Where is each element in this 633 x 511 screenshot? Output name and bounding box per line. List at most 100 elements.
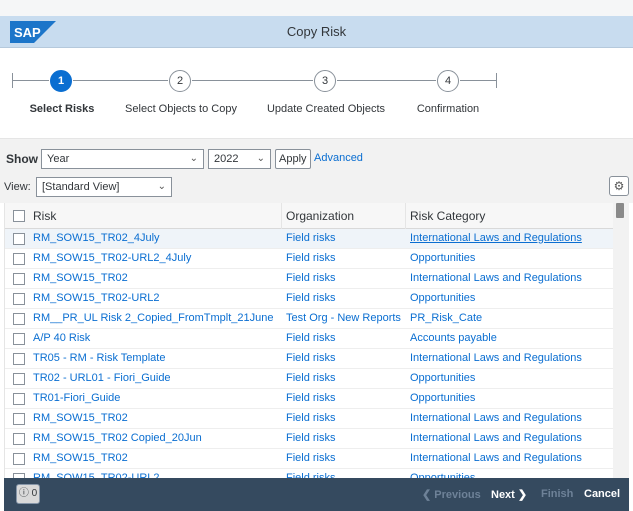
step-4-circle[interactable]: 4	[437, 70, 459, 92]
column-header-risk[interactable]: Risk	[33, 209, 56, 223]
wizard-connector	[337, 80, 436, 81]
row-checkbox[interactable]	[13, 273, 25, 285]
risk-cell[interactable]: TR05 - RM - Risk Template	[33, 352, 165, 364]
step-3-label: Update Created Objects	[266, 103, 386, 115]
table-row[interactable]: RM_SOW15_TR02 Field risks International La…	[5, 449, 613, 469]
risk-cell[interactable]: RM_SOW15_TR02-URL2	[33, 292, 160, 304]
row-checkbox[interactable]	[13, 373, 25, 385]
organization-cell[interactable]: Field risks	[286, 412, 336, 424]
organization-cell[interactable]: Field risks	[286, 232, 336, 244]
risk-cell[interactable]: RM_SOW15_TR02_4July	[33, 232, 160, 244]
organization-cell[interactable]: Field risks	[286, 432, 336, 444]
year-select[interactable]: 2022 ⌄	[208, 149, 271, 169]
table-row[interactable]: RM_SOW15_TR02_4July Field risks Internatio…	[5, 229, 613, 249]
risk-category-cell[interactable]: International Laws and Regulations	[410, 272, 582, 284]
risk-cell[interactable]: RM_SOW15_TR02	[33, 452, 128, 464]
risk-category-cell[interactable]: International Laws and Regulations	[410, 452, 582, 464]
table-row[interactable]: RM_SOW15_TR02-URL2 Field risks Opportuniti…	[5, 469, 613, 478]
table-row[interactable]: RM_SOW15_TR02-URL2_4July Field risks Oppor…	[5, 249, 613, 269]
apply-button[interactable]: Apply	[275, 149, 311, 169]
message-count: 0	[31, 488, 38, 499]
risk-cell[interactable]: RM_SOW15_TR02 Copied_20Jun	[33, 432, 202, 444]
risk-cell[interactable]: RM__PR_UL Risk 2_Copied_FromTmplt_21June	[33, 312, 273, 324]
row-checkbox[interactable]	[13, 313, 25, 325]
row-checkbox[interactable]	[13, 433, 25, 445]
previous-button[interactable]: ❮ Previous	[422, 488, 481, 501]
step-2-circle[interactable]: 2	[169, 70, 191, 92]
scrollbar-thumb[interactable]	[616, 203, 624, 218]
risk-cell[interactable]: A/P 40 Risk	[33, 332, 90, 344]
previous-label: Previous	[434, 489, 481, 501]
step-1-label: Select Risks	[29, 103, 95, 115]
table-row[interactable]: TR05 - RM - Risk Template Field risks Inte…	[5, 349, 613, 369]
organization-cell[interactable]: Field risks	[286, 452, 336, 464]
chevron-right-icon: ❯	[517, 489, 528, 501]
risk-category-cell[interactable]: International Laws and Regulations	[410, 352, 582, 364]
row-checkbox[interactable]	[13, 233, 25, 245]
organization-cell[interactable]: Field risks	[286, 332, 336, 344]
risk-category-cell[interactable]: Opportunities	[410, 292, 475, 304]
table-header: Risk Organization Risk Category	[5, 203, 613, 229]
risk-category-cell[interactable]: International Laws and Regulations	[410, 432, 582, 444]
row-checkbox[interactable]	[13, 293, 25, 305]
info-icon: ⓘ	[18, 488, 29, 499]
risk-category-cell[interactable]: Opportunities	[410, 392, 475, 404]
organization-cell[interactable]: Field risks	[286, 352, 336, 364]
risk-category-cell[interactable]: Opportunities	[410, 252, 475, 264]
table-row[interactable]: RM_SOW15_TR02 Field risks International La…	[5, 409, 613, 429]
wizard-connector	[460, 80, 496, 81]
row-checkbox[interactable]	[13, 333, 25, 345]
chevron-down-icon: ⌄	[256, 153, 265, 164]
message-button[interactable]: ⓘ 0	[16, 484, 40, 504]
period-type-select[interactable]: Year ⌄	[41, 149, 204, 169]
column-divider	[281, 203, 282, 229]
risk-cell[interactable]: RM_SOW15_TR02	[33, 412, 128, 424]
cancel-button[interactable]: Cancel	[584, 488, 620, 500]
table-row[interactable]: RM__PR_UL Risk 2_Copied_FromTmplt_21June…	[5, 309, 613, 329]
table-row[interactable]: TR02 - URL01 - Fiori_Guide Field risks Opp…	[5, 369, 613, 389]
organization-cell[interactable]: Field risks	[286, 252, 336, 264]
finish-button[interactable]: Finish	[541, 488, 573, 500]
row-checkbox[interactable]	[13, 253, 25, 265]
organization-cell[interactable]: Field risks	[286, 272, 336, 284]
table-row[interactable]: RM_SOW15_TR02-URL2 Field risks Opportuniti…	[5, 289, 613, 309]
row-checkbox[interactable]	[13, 413, 25, 425]
risk-cell[interactable]: TR02 - URL01 - Fiori_Guide	[33, 372, 171, 384]
row-checkbox[interactable]	[13, 393, 25, 405]
view-label: View:	[4, 181, 31, 193]
view-select[interactable]: [Standard View] ⌄	[36, 177, 172, 197]
organization-cell[interactable]: Field risks	[286, 292, 336, 304]
risk-category-cell[interactable]: Accounts payable	[410, 332, 497, 344]
advanced-link[interactable]: Advanced	[314, 152, 363, 164]
step-3-circle[interactable]: 3	[314, 70, 336, 92]
period-type-value: Year	[47, 153, 70, 165]
table-row[interactable]: RM_SOW15_TR02 Copied_20Jun Field risks Int…	[5, 429, 613, 449]
step-2-label: Select Objects to Copy	[125, 103, 237, 115]
gear-icon[interactable]: ⚙	[609, 176, 629, 196]
risk-cell[interactable]: RM_SOW15_TR02	[33, 272, 128, 284]
row-checkbox[interactable]	[13, 353, 25, 365]
step-1-circle[interactable]: 1	[50, 70, 72, 92]
organization-cell[interactable]: Test Org - New Reports	[286, 312, 401, 324]
table-row[interactable]: RM_SOW15_TR02 Field risks International La…	[5, 269, 613, 289]
vertical-scrollbar[interactable]	[613, 203, 629, 478]
dialog-footer: ⓘ 0 ❮ Previous Next ❯ Finish Cancel	[4, 478, 629, 511]
column-header-risk-category[interactable]: Risk Category	[410, 209, 485, 223]
select-all-checkbox[interactable]	[13, 210, 25, 222]
dialog-header: SAP Copy Risk	[0, 16, 633, 48]
table-row[interactable]: A/P 40 Risk Field risks Accounts payable	[5, 329, 613, 349]
table-row[interactable]: TR01-Fiori_Guide Field risks Opportunities	[5, 389, 613, 409]
row-checkbox[interactable]	[13, 453, 25, 465]
risk-cell[interactable]: TR01-Fiori_Guide	[33, 392, 120, 404]
next-button[interactable]: Next ❯	[491, 488, 527, 501]
risk-cell[interactable]: RM_SOW15_TR02-URL2_4July	[33, 252, 191, 264]
dialog-title: Copy Risk	[286, 24, 347, 39]
organization-cell[interactable]: Field risks	[286, 372, 336, 384]
risk-category-cell[interactable]: PR_Risk_Cate	[410, 312, 482, 324]
risk-category-cell[interactable]: International Laws and Regulations	[410, 232, 582, 244]
organization-cell[interactable]: Field risks	[286, 392, 336, 404]
column-header-organization[interactable]: Organization	[286, 209, 354, 223]
risk-category-cell[interactable]: International Laws and Regulations	[410, 412, 582, 424]
wizard-connector	[192, 80, 313, 81]
risk-category-cell[interactable]: Opportunities	[410, 372, 475, 384]
